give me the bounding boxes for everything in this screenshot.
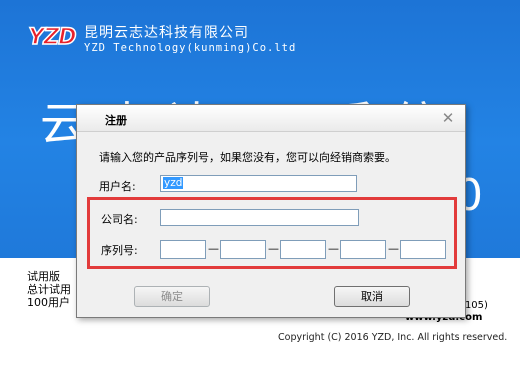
company-name-chinese: 昆明云志达科技有限公司	[84, 25, 249, 41]
username-label: 用户名:	[99, 180, 136, 193]
dialog-titlebar[interactable]: 注册 ✕	[77, 105, 465, 132]
register-dialog: 注册 ✕ 请输入您的产品序列号，如果您没有，您可以向经销商索要。 用户名: yz…	[76, 104, 466, 318]
ok-button[interactable]: 确定	[134, 286, 210, 307]
serial-label: 序列号:	[101, 244, 138, 257]
username-field[interactable]: yzd	[160, 175, 357, 192]
serial-separator: —	[388, 242, 399, 255]
dialog-title: 注册	[105, 114, 127, 127]
serial-separator: —	[268, 242, 279, 255]
company-label: 公司名:	[101, 213, 138, 226]
serial-field-1[interactable]	[160, 240, 206, 259]
username-value: yzd	[163, 177, 184, 189]
trial-line-3: 100用户	[27, 296, 70, 309]
copyright-text: Copyright (C) 2016 YZD, Inc. All rights …	[278, 332, 508, 343]
serial-field-3[interactable]	[280, 240, 326, 259]
close-icon[interactable]: ✕	[439, 109, 457, 127]
serial-field-5[interactable]	[400, 240, 446, 259]
company-name-english: YZD Technology(kunming)Co.ltd	[84, 42, 297, 54]
serial-separator: —	[328, 242, 339, 255]
register-prompt: 请输入您的产品序列号，如果您没有，您可以向经销商索要。	[99, 151, 396, 164]
company-field[interactable]	[160, 209, 359, 226]
company-logo: YZD	[28, 24, 78, 51]
cancel-button[interactable]: 取消	[334, 286, 410, 307]
serial-separator: —	[208, 242, 219, 255]
serial-field-4[interactable]	[340, 240, 386, 259]
serial-field-2[interactable]	[220, 240, 266, 259]
